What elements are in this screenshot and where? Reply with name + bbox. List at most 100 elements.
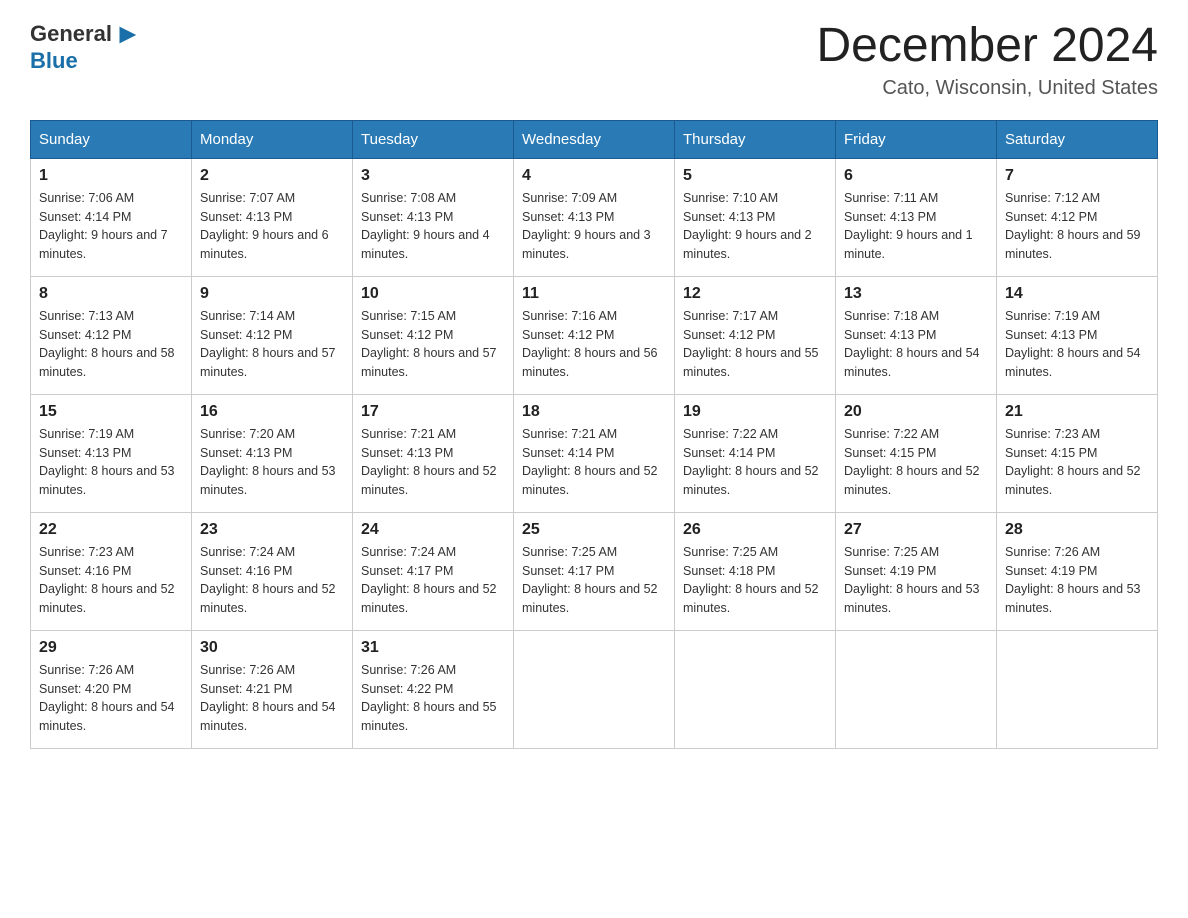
day-cell: 29 Sunrise: 7:26 AMSunset: 4:20 PMDaylig… [31, 630, 192, 748]
day-number: 10 [361, 285, 505, 303]
day-number: 25 [522, 521, 666, 539]
day-number: 6 [844, 167, 988, 185]
day-info: Sunrise: 7:15 AMSunset: 4:12 PMDaylight:… [361, 307, 505, 382]
day-cell: 1 Sunrise: 7:06 AMSunset: 4:14 PMDayligh… [31, 158, 192, 276]
day-cell: 23 Sunrise: 7:24 AMSunset: 4:16 PMDaylig… [192, 512, 353, 630]
day-cell: 4 Sunrise: 7:09 AMSunset: 4:13 PMDayligh… [514, 158, 675, 276]
day-cell: 26 Sunrise: 7:25 AMSunset: 4:18 PMDaylig… [675, 512, 836, 630]
day-number: 18 [522, 403, 666, 421]
day-cell: 16 Sunrise: 7:20 AMSunset: 4:13 PMDaylig… [192, 394, 353, 512]
day-info: Sunrise: 7:17 AMSunset: 4:12 PMDaylight:… [683, 307, 827, 382]
col-tuesday: Tuesday [353, 120, 514, 158]
day-cell [836, 630, 997, 748]
week-row-5: 29 Sunrise: 7:26 AMSunset: 4:20 PMDaylig… [31, 630, 1158, 748]
day-info: Sunrise: 7:07 AMSunset: 4:13 PMDaylight:… [200, 189, 344, 264]
day-cell: 11 Sunrise: 7:16 AMSunset: 4:12 PMDaylig… [514, 276, 675, 394]
day-cell: 6 Sunrise: 7:11 AMSunset: 4:13 PMDayligh… [836, 158, 997, 276]
header-row: Sunday Monday Tuesday Wednesday Thursday… [31, 120, 1158, 158]
day-number: 2 [200, 167, 344, 185]
day-info: Sunrise: 7:26 AMSunset: 4:20 PMDaylight:… [39, 661, 183, 736]
day-number: 21 [1005, 403, 1149, 421]
day-cell: 17 Sunrise: 7:21 AMSunset: 4:13 PMDaylig… [353, 394, 514, 512]
day-info: Sunrise: 7:11 AMSunset: 4:13 PMDaylight:… [844, 189, 988, 264]
day-number: 28 [1005, 521, 1149, 539]
day-cell: 5 Sunrise: 7:10 AMSunset: 4:13 PMDayligh… [675, 158, 836, 276]
day-cell: 22 Sunrise: 7:23 AMSunset: 4:16 PMDaylig… [31, 512, 192, 630]
day-cell: 30 Sunrise: 7:26 AMSunset: 4:21 PMDaylig… [192, 630, 353, 748]
day-info: Sunrise: 7:22 AMSunset: 4:15 PMDaylight:… [844, 425, 988, 500]
location-subtitle: Cato, Wisconsin, United States [816, 77, 1158, 100]
day-number: 5 [683, 167, 827, 185]
day-cell: 2 Sunrise: 7:07 AMSunset: 4:13 PMDayligh… [192, 158, 353, 276]
day-cell: 27 Sunrise: 7:25 AMSunset: 4:19 PMDaylig… [836, 512, 997, 630]
day-cell: 19 Sunrise: 7:22 AMSunset: 4:14 PMDaylig… [675, 394, 836, 512]
day-number: 9 [200, 285, 344, 303]
day-info: Sunrise: 7:21 AMSunset: 4:14 PMDaylight:… [522, 425, 666, 500]
day-number: 11 [522, 285, 666, 303]
day-info: Sunrise: 7:25 AMSunset: 4:17 PMDaylight:… [522, 543, 666, 618]
day-number: 26 [683, 521, 827, 539]
day-info: Sunrise: 7:24 AMSunset: 4:16 PMDaylight:… [200, 543, 344, 618]
col-thursday: Thursday [675, 120, 836, 158]
day-number: 16 [200, 403, 344, 421]
day-number: 22 [39, 521, 183, 539]
logo-blue-text: Blue [30, 48, 78, 73]
col-sunday: Sunday [31, 120, 192, 158]
day-number: 13 [844, 285, 988, 303]
day-number: 31 [361, 639, 505, 657]
day-info: Sunrise: 7:26 AMSunset: 4:21 PMDaylight:… [200, 661, 344, 736]
day-number: 17 [361, 403, 505, 421]
day-info: Sunrise: 7:25 AMSunset: 4:19 PMDaylight:… [844, 543, 988, 618]
day-info: Sunrise: 7:24 AMSunset: 4:17 PMDaylight:… [361, 543, 505, 618]
day-number: 27 [844, 521, 988, 539]
day-cell: 18 Sunrise: 7:21 AMSunset: 4:14 PMDaylig… [514, 394, 675, 512]
day-info: Sunrise: 7:26 AMSunset: 4:19 PMDaylight:… [1005, 543, 1149, 618]
day-info: Sunrise: 7:25 AMSunset: 4:18 PMDaylight:… [683, 543, 827, 618]
day-cell [514, 630, 675, 748]
calendar-header: Sunday Monday Tuesday Wednesday Thursday… [31, 120, 1158, 158]
day-number: 4 [522, 167, 666, 185]
day-info: Sunrise: 7:19 AMSunset: 4:13 PMDaylight:… [1005, 307, 1149, 382]
calendar-body: 1 Sunrise: 7:06 AMSunset: 4:14 PMDayligh… [31, 158, 1158, 748]
day-info: Sunrise: 7:16 AMSunset: 4:12 PMDaylight:… [522, 307, 666, 382]
day-number: 24 [361, 521, 505, 539]
day-number: 19 [683, 403, 827, 421]
logo-general-text: General [30, 21, 112, 47]
day-cell: 7 Sunrise: 7:12 AMSunset: 4:12 PMDayligh… [997, 158, 1158, 276]
logo-blue-line: Blue [30, 48, 78, 74]
day-info: Sunrise: 7:12 AMSunset: 4:12 PMDaylight:… [1005, 189, 1149, 264]
day-cell: 10 Sunrise: 7:15 AMSunset: 4:12 PMDaylig… [353, 276, 514, 394]
day-cell: 13 Sunrise: 7:18 AMSunset: 4:13 PMDaylig… [836, 276, 997, 394]
page-container: General ► Blue December 2024 Cato, Wisco… [30, 20, 1158, 749]
day-cell: 9 Sunrise: 7:14 AMSunset: 4:12 PMDayligh… [192, 276, 353, 394]
day-cell: 21 Sunrise: 7:23 AMSunset: 4:15 PMDaylig… [997, 394, 1158, 512]
day-cell: 25 Sunrise: 7:25 AMSunset: 4:17 PMDaylig… [514, 512, 675, 630]
day-info: Sunrise: 7:14 AMSunset: 4:12 PMDaylight:… [200, 307, 344, 382]
week-row-1: 1 Sunrise: 7:06 AMSunset: 4:14 PMDayligh… [31, 158, 1158, 276]
day-info: Sunrise: 7:09 AMSunset: 4:13 PMDaylight:… [522, 189, 666, 264]
day-cell: 3 Sunrise: 7:08 AMSunset: 4:13 PMDayligh… [353, 158, 514, 276]
day-cell: 20 Sunrise: 7:22 AMSunset: 4:15 PMDaylig… [836, 394, 997, 512]
logo-chevron-icon: ► [114, 20, 142, 48]
day-info: Sunrise: 7:13 AMSunset: 4:12 PMDaylight:… [39, 307, 183, 382]
week-row-4: 22 Sunrise: 7:23 AMSunset: 4:16 PMDaylig… [31, 512, 1158, 630]
day-info: Sunrise: 7:10 AMSunset: 4:13 PMDaylight:… [683, 189, 827, 264]
day-number: 23 [200, 521, 344, 539]
title-area: December 2024 Cato, Wisconsin, United St… [816, 20, 1158, 100]
day-cell: 14 Sunrise: 7:19 AMSunset: 4:13 PMDaylig… [997, 276, 1158, 394]
month-title: December 2024 [816, 20, 1158, 73]
day-info: Sunrise: 7:20 AMSunset: 4:13 PMDaylight:… [200, 425, 344, 500]
col-wednesday: Wednesday [514, 120, 675, 158]
calendar-table: Sunday Monday Tuesday Wednesday Thursday… [30, 120, 1158, 749]
day-number: 15 [39, 403, 183, 421]
day-number: 14 [1005, 285, 1149, 303]
day-number: 12 [683, 285, 827, 303]
col-monday: Monday [192, 120, 353, 158]
day-info: Sunrise: 7:22 AMSunset: 4:14 PMDaylight:… [683, 425, 827, 500]
day-number: 29 [39, 639, 183, 657]
day-cell: 8 Sunrise: 7:13 AMSunset: 4:12 PMDayligh… [31, 276, 192, 394]
day-number: 7 [1005, 167, 1149, 185]
day-number: 30 [200, 639, 344, 657]
col-saturday: Saturday [997, 120, 1158, 158]
week-row-3: 15 Sunrise: 7:19 AMSunset: 4:13 PMDaylig… [31, 394, 1158, 512]
